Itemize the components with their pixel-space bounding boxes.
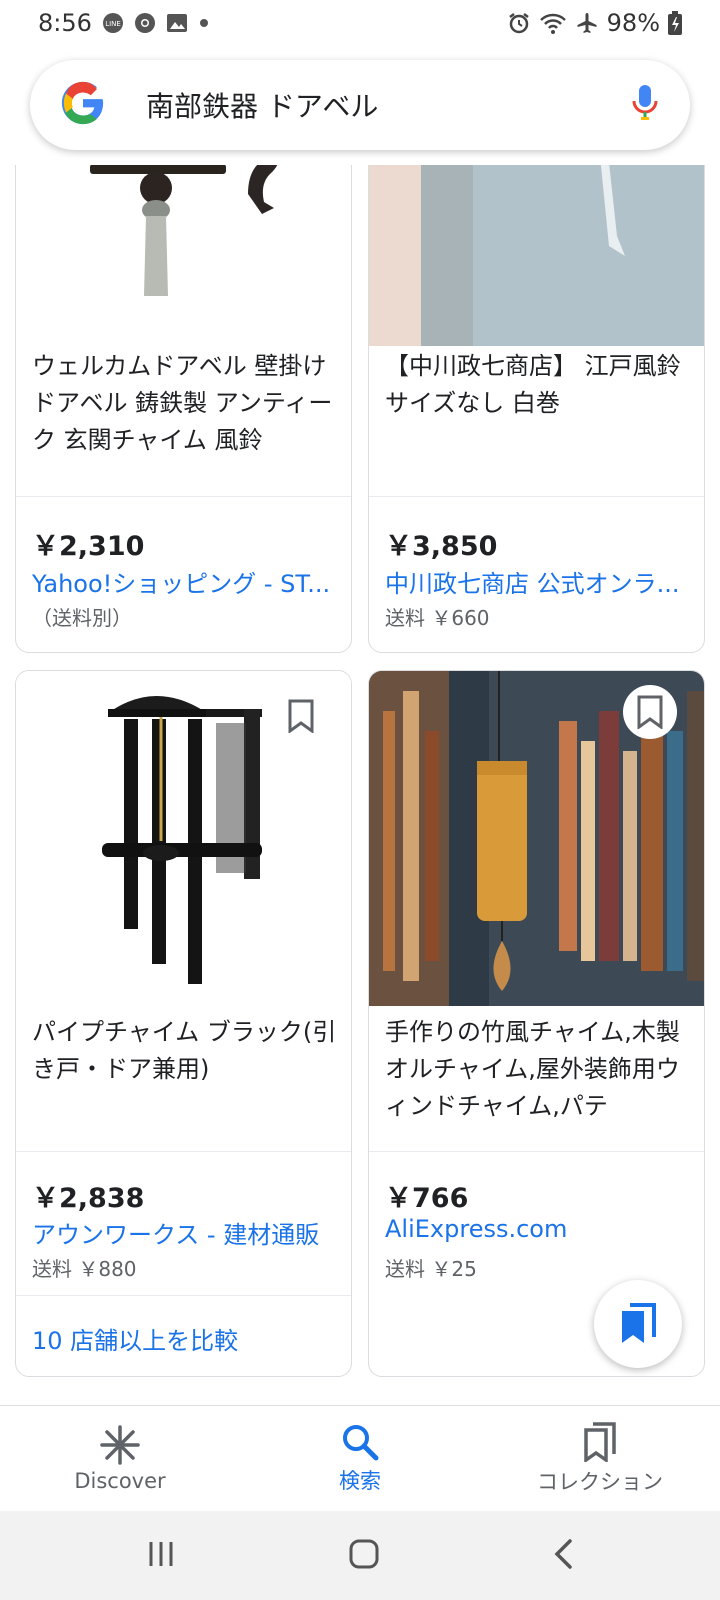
battery-percent: 98% — [606, 9, 660, 37]
wifi-icon — [539, 11, 567, 35]
status-time: 8:56 — [38, 9, 92, 37]
google-logo — [60, 80, 106, 130]
product-title[interactable]: 手作りの竹風チャイム,木製オルチャイム,屋外装飾用ウィンドチャイム,パテ — [385, 1014, 690, 1125]
mic-icon[interactable] — [630, 83, 660, 127]
collections-icon — [622, 1303, 656, 1343]
svg-text:LINE: LINE — [105, 20, 121, 28]
card-divider — [16, 496, 351, 497]
line-icon: LINE — [102, 12, 124, 34]
product-title[interactable]: 【中川政七商店】 江戸風鈴 サイズなし 白巻 — [385, 348, 690, 422]
product-shipping: （送料別） — [32, 606, 132, 630]
product-card[interactable]: 手作りの竹風チャイム,木製オルチャイム,屋外装飾用ウィンドチャイム,パテ ￥76… — [368, 670, 705, 1377]
results-grid[interactable]: ウェルカムドアベル 壁掛け ドアベル 鋳鉄製 アンティーク 玄関チャイム 風鈴 … — [0, 165, 720, 1405]
product-title[interactable]: パイプチャイム ブラック(引き戸・ドア兼用) — [32, 1014, 337, 1088]
card-divider — [369, 496, 704, 497]
bookmark-button[interactable] — [623, 685, 677, 739]
card-divider — [16, 1151, 351, 1152]
bookmark-icon — [637, 695, 663, 729]
card-divider — [16, 1295, 351, 1296]
bookmark-button[interactable] — [274, 689, 328, 743]
nav-discover[interactable]: Discover — [0, 1406, 240, 1511]
airplane-icon — [575, 11, 599, 35]
search-bar[interactable]: 南部鉄器 ドアベル — [30, 60, 690, 150]
alarm-icon — [507, 11, 531, 35]
compare-stores-link[interactable]: 10 店舗以上を比較 — [32, 1321, 238, 1356]
collections-fab[interactable] — [594, 1280, 682, 1368]
nav-search[interactable]: 検索 — [240, 1406, 480, 1511]
battery-icon — [668, 11, 682, 35]
search-icon — [343, 1424, 379, 1460]
recents-icon[interactable] — [146, 1539, 176, 1573]
status-right: 98% — [507, 9, 682, 37]
card-divider — [369, 1151, 704, 1152]
product-image-furin — [369, 165, 704, 346]
status-left: 8:56 LINE — [38, 9, 210, 37]
product-store[interactable]: 中川政七商店 公式オンラ... — [385, 564, 690, 599]
home-icon[interactable] — [348, 1538, 380, 1574]
bookmark-icon — [288, 699, 314, 733]
nav-search-label: 検索 — [339, 1468, 381, 1493]
search-query[interactable]: 南部鉄器 ドアベル — [146, 85, 630, 125]
chrome-icon — [134, 12, 156, 34]
product-price: ￥766 — [385, 1183, 469, 1214]
product-price: ￥3,850 — [385, 531, 498, 562]
collections-icon — [584, 1421, 616, 1462]
product-store[interactable]: アウンワークス - 建材通販 — [32, 1215, 337, 1250]
product-price: ￥2,310 — [32, 531, 145, 562]
product-image-iron-bell — [16, 165, 351, 331]
dot-icon — [198, 17, 210, 29]
back-icon[interactable] — [552, 1538, 574, 1574]
asterisk-icon — [100, 1424, 140, 1465]
product-store[interactable]: AliExpress.com — [385, 1215, 690, 1243]
bottom-nav: Discover 検索 コレクション — [0, 1405, 720, 1511]
status-bar: 8:56 LINE 98% — [0, 0, 720, 46]
nav-discover-label: Discover — [74, 1468, 166, 1493]
gallery-icon — [166, 12, 188, 34]
nav-collections[interactable]: コレクション — [480, 1406, 720, 1511]
system-nav-bar — [0, 1511, 720, 1600]
product-shipping: 送料 ￥880 — [32, 1257, 137, 1281]
product-title[interactable]: ウェルカムドアベル 壁掛け ドアベル 鋳鉄製 アンティーク 玄関チャイム 風鈴 — [32, 348, 337, 459]
product-shipping: 送料 ￥25 — [385, 1257, 477, 1281]
product-store[interactable]: Yahoo!ショッピング - ST... — [32, 564, 337, 599]
product-shipping: 送料 ￥660 — [385, 606, 490, 630]
nav-collections-label: コレクション — [537, 1469, 663, 1494]
product-card[interactable]: パイプチャイム ブラック(引き戸・ドア兼用) ￥2,838 アウンワークス - … — [15, 670, 352, 1377]
product-price: ￥2,838 — [32, 1183, 145, 1214]
product-card[interactable]: 【中川政七商店】 江戸風鈴 サイズなし 白巻 ￥3,850 中川政七商店 公式オ… — [368, 165, 705, 653]
product-card[interactable]: ウェルカムドアベル 壁掛け ドアベル 鋳鉄製 アンティーク 玄関チャイム 風鈴 … — [15, 165, 352, 653]
